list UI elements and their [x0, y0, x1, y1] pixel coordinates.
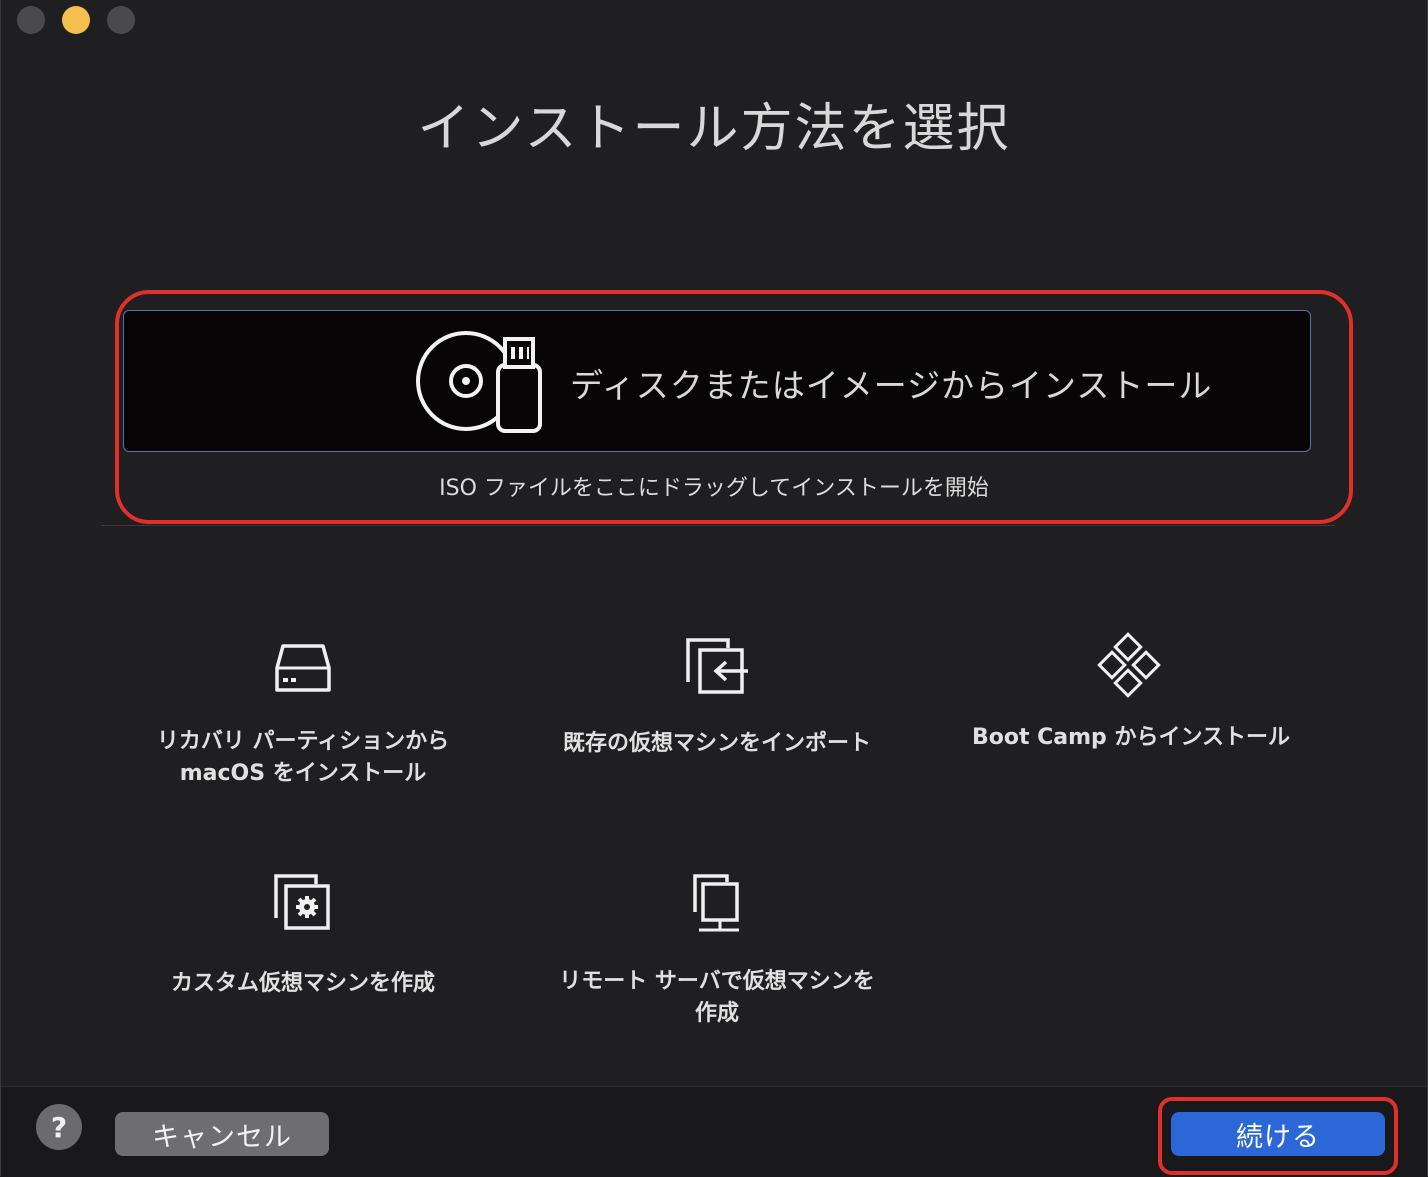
import-vm-icon	[684, 636, 750, 696]
option-recovery-label: リカバリ パーティションから macOS をインストール	[123, 726, 483, 790]
option-import-vm[interactable]: 既存の仮想マシンをインポート	[537, 636, 897, 760]
annotation-highlight-panel	[115, 290, 1353, 524]
cancel-button[interactable]: キャンセル	[115, 1112, 329, 1156]
divider	[101, 525, 1335, 526]
option-bootcamp[interactable]: Boot Camp からインストール	[951, 632, 1311, 754]
option-remote-server[interactable]: リモート サーバで仮想マシンを 作成	[537, 872, 897, 1030]
annotation-highlight-continue	[1158, 1097, 1398, 1175]
close-window-button[interactable]	[17, 6, 45, 34]
option-recovery-partition[interactable]: リカバリ パーティションから macOS をインストール	[123, 640, 483, 790]
window-controls	[17, 6, 135, 34]
option-custom-vm[interactable]: カスタム仮想マシンを作成	[123, 872, 483, 1000]
minimize-window-button[interactable]	[62, 6, 90, 34]
option-custom-label: カスタム仮想マシンを作成	[123, 968, 483, 1000]
bootcamp-icon	[1097, 632, 1165, 700]
option-bootcamp-label: Boot Camp からインストール	[951, 722, 1311, 754]
custom-vm-icon	[272, 872, 334, 932]
page-title: インストール方法を選択	[1, 86, 1427, 161]
option-remote-label: リモート サーバで仮想マシンを 作成	[537, 966, 897, 1030]
zoom-window-button[interactable]	[107, 6, 135, 34]
remote-server-icon	[691, 872, 743, 934]
option-import-label: 既存の仮想マシンをインポート	[537, 728, 897, 760]
hard-drive-icon	[273, 640, 333, 696]
help-button[interactable]: ?	[36, 1104, 82, 1150]
installer-window: インストール方法を選択 ディスクまたはイメージからインストール ISO ファイル…	[0, 0, 1428, 1176]
